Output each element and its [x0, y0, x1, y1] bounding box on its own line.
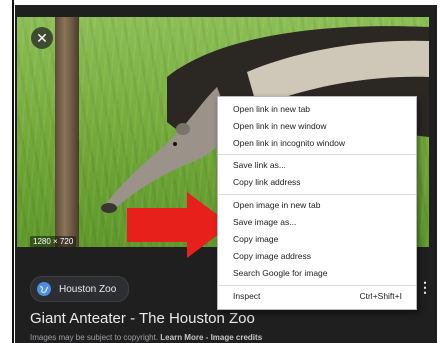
menu-open-image-new-tab[interactable]: Open image in new tab: [218, 197, 416, 214]
menu-item-label: Open image in new tab: [233, 200, 321, 210]
menu-item-label: Inspect: [233, 291, 261, 301]
result-title[interactable]: Giant Anteater - The Houston Zoo: [30, 310, 255, 327]
menu-copy-image[interactable]: Copy image: [218, 231, 416, 248]
menu-item-label: Search Google for image: [233, 268, 328, 278]
learn-more-link[interactable]: Learn More: [160, 333, 203, 342]
menu-item-label: Copy image: [233, 234, 279, 244]
copyright-text: Images may be subject to copyright.: [30, 333, 159, 342]
menu-open-link-new-tab[interactable]: Open link in new tab: [218, 101, 416, 118]
image-dimensions: 1280 × 720: [30, 236, 77, 247]
menu-item-label: Save link as...: [233, 160, 286, 170]
window-left-border: [12, 0, 14, 343]
menu-open-link-incognito[interactable]: Open link in incognito window: [218, 135, 416, 152]
menu-item-label: Copy image address: [233, 251, 311, 261]
menu-open-link-new-window[interactable]: Open link in new window: [218, 118, 416, 135]
more-options-icon[interactable]: ⋮: [418, 278, 432, 296]
anteater-ear: [176, 123, 190, 135]
copyright-notice: Images may be subject to copyright. Lear…: [30, 333, 262, 342]
menu-item-label: Copy link address: [233, 177, 301, 187]
menu-save-image-as[interactable]: Save image as...: [218, 214, 416, 231]
menu-copy-link-address[interactable]: Copy link address: [218, 174, 416, 191]
credits-separator: -: [205, 333, 209, 342]
menu-item-label: Open link in incognito window: [233, 138, 345, 148]
globe-icon: [37, 282, 51, 296]
menu-item-label: Open link in new tab: [233, 104, 311, 114]
anteater-eye: [173, 142, 177, 146]
source-name: Houston Zoo: [59, 283, 117, 295]
menu-shortcut: Ctrl+Shift+I: [359, 291, 402, 301]
image-credits-link[interactable]: Image credits: [211, 333, 263, 342]
source-chip[interactable]: Houston Zoo: [30, 276, 130, 302]
menu-separator: [218, 194, 416, 195]
screenshot-frame: ✕ 1280 × 720 Houston Zoo ⋮ Giant Anteate…: [0, 0, 440, 343]
anteater-snout: [101, 203, 117, 213]
menu-search-google-image[interactable]: Search Google for image: [218, 265, 416, 282]
menu-inspect[interactable]: Inspect Ctrl+Shift+I: [218, 288, 416, 305]
menu-save-link-as[interactable]: Save link as...: [218, 157, 416, 174]
menu-separator: [218, 154, 416, 155]
menu-separator: [218, 285, 416, 286]
close-icon[interactable]: ✕: [31, 27, 53, 49]
menu-item-label: Open link in new window: [233, 121, 327, 131]
menu-copy-image-address[interactable]: Copy image address: [218, 248, 416, 265]
menu-item-label: Save image as...: [233, 217, 297, 227]
context-menu: Open link in new tab Open link in new wi…: [217, 96, 417, 310]
